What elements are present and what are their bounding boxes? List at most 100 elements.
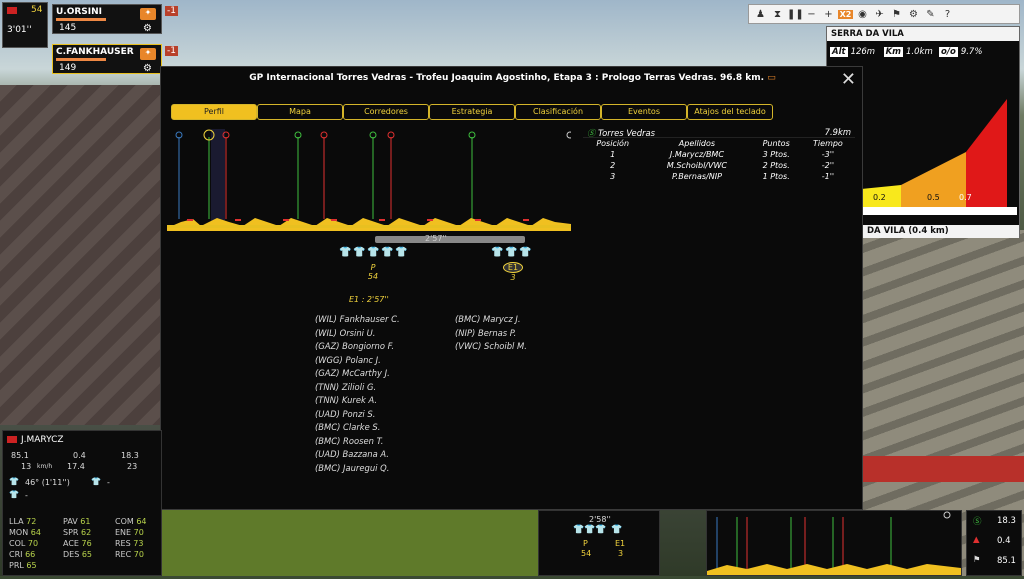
sprint-header: Ⓢ Torres Vedras 7.9km: [583, 127, 855, 138]
alt-value: 126m: [850, 47, 876, 57]
group-label: E1: [503, 262, 523, 273]
stat-value: -: [107, 478, 110, 487]
group-label: E1: [615, 539, 626, 548]
team-icon[interactable]: ⚑: [889, 9, 904, 20]
gap-time: 3'01'': [7, 25, 32, 35]
timer-icon[interactable]: ⧗: [770, 9, 785, 20]
list-item[interactable]: (VWC) Schoibl M.: [455, 340, 527, 354]
list-item[interactable]: (GAZ) Bongiorno F.: [315, 340, 400, 354]
group-gap-label: E1 : 2'57'': [349, 295, 389, 304]
sprint-icon: Ⓢ: [587, 128, 596, 138]
rider-info-panel: J.MARYCZ 85.1 0.4 18.3 13 km/h 17.4 23 👕…: [2, 430, 162, 576]
tab-mapa[interactable]: Mapa: [257, 104, 343, 120]
list-item[interactable]: (TNN) Kurek A.: [315, 394, 400, 408]
jersey-blue-icon: 👕: [339, 247, 352, 258]
jersey-white-icon: 👕: [353, 247, 366, 258]
close-icon[interactable]: ✕: [841, 69, 856, 90]
pause-icon[interactable]: ❚❚: [787, 9, 804, 20]
jersey-grey-icon: 👕: [505, 247, 518, 258]
gear-icon[interactable]: ⚙: [143, 23, 152, 34]
list-item[interactable]: (UAD) Ponzi S.: [315, 408, 400, 422]
sprint-distance: 7.9km: [824, 127, 851, 137]
energy-bar: [56, 58, 106, 61]
flag-icon: [7, 436, 17, 443]
eye-icon[interactable]: ◉: [855, 9, 870, 20]
list-item[interactable]: (UAD) Bazzana A.: [315, 448, 400, 462]
jersey-yellow-icon: 👕: [395, 247, 408, 258]
stat-value: 0.4: [997, 536, 1011, 546]
speed-button[interactable]: X2: [838, 9, 853, 19]
stat-value: -: [25, 491, 28, 500]
rooftop: [0, 85, 160, 425]
list-item[interactable]: (NIP) Bernas P.: [455, 327, 527, 341]
tab-bar: Perfil Mapa Corredores Estrategia Clasif…: [171, 104, 773, 120]
list-item[interactable]: (BMC) Jauregui Q.: [315, 462, 400, 476]
group-count: 54: [581, 549, 592, 558]
minus-icon[interactable]: −: [804, 9, 819, 20]
gear-icon[interactable]: ⚙: [143, 63, 152, 74]
energy-value: 149: [59, 63, 77, 73]
list-item[interactable]: (WGG) Polanc J.: [315, 354, 400, 368]
list-item[interactable]: (GAZ) McCarthy J.: [315, 367, 400, 381]
stat-value: 18.3: [121, 451, 139, 460]
flag-icon: [7, 7, 17, 14]
finish-flag-icon: ⚑: [973, 555, 981, 565]
rider-stats-col3: COM 64 ENE 70 RES 73 REC 70: [115, 517, 147, 559]
jersey-red-icon: 👕: [367, 247, 380, 258]
tab-clasificacion[interactable]: Clasificación: [515, 104, 601, 120]
jersey-grey-icon: 👕: [519, 247, 532, 258]
rider-name: U.ORSINI: [56, 7, 103, 17]
grass: [160, 505, 540, 576]
tab-atajos[interactable]: Atajos del teclado: [687, 104, 773, 120]
tab-eventos[interactable]: Eventos: [601, 104, 687, 120]
effort-icon[interactable]: ✦: [140, 8, 156, 20]
rider-name: J.MARYCZ: [21, 435, 64, 445]
sprint-name: Torres Vedras: [598, 128, 655, 138]
tick-label: 0.7: [959, 193, 972, 202]
tab-estrategia[interactable]: Estrategia: [429, 104, 515, 120]
race-info-modal: GP Internacional Torres Vedras - Trofeu …: [160, 66, 863, 510]
escape-list: (BMC) Marycz J. (NIP) Bernas P. (VWC) Sc…: [455, 313, 527, 354]
mini-profile-graphic: [707, 511, 961, 575]
rider-stats-col1: LLA 72 MON 64 COL 70 CRI 66 PRL 65: [9, 517, 41, 570]
rider-card-fankhauser[interactable]: C.FANKHAUSER 149 ✦ ⚙: [52, 44, 162, 74]
tab-perfil[interactable]: Perfil: [171, 104, 257, 120]
rider-icon[interactable]: ♟: [753, 9, 768, 20]
group-peloton[interactable]: P 54: [365, 263, 381, 281]
jersey-grey-icon: 👕: [611, 525, 623, 535]
energy-value: 145: [59, 23, 77, 33]
climb-icon: ▲: [973, 535, 980, 545]
list-item[interactable]: (TNN) Zilioli G.: [315, 381, 400, 395]
table-row: 2 M.Schoibl/VWC 2 Ptos. -2'': [610, 161, 835, 170]
modal-title: GP Internacional Torres Vedras - Trofeu …: [249, 73, 776, 83]
help-icon[interactable]: ?: [940, 9, 955, 20]
jersey-yellow-icon: 👕: [9, 477, 19, 486]
red-banner: [862, 456, 1024, 482]
rider-stats-col2: PAV 61 SPR 62 ACE 76 DES 65: [63, 517, 93, 559]
bike-icon[interactable]: ✈: [872, 9, 887, 20]
stat-value: 0.4: [73, 451, 86, 460]
jersey-group-icon: 👕👕👕: [573, 525, 607, 535]
stage-profile: [167, 127, 571, 231]
list-item[interactable]: (BMC) Clarke S.: [315, 421, 400, 435]
group-escape[interactable]: E1 3: [503, 262, 523, 282]
mini-stage-profile: [706, 510, 962, 576]
position-value: 54: [31, 5, 43, 15]
group-label: P: [370, 263, 376, 272]
list-item[interactable]: (BMC) Roosen T.: [315, 435, 400, 449]
sprint-icon: Ⓢ: [973, 517, 982, 527]
effort-icon[interactable]: ✦: [140, 48, 156, 60]
settings-icon[interactable]: ⚙: [906, 9, 921, 20]
climb-title: SERRA DA VILA: [827, 27, 1019, 41]
list-item[interactable]: (WIL) Fankhauser C.: [315, 313, 400, 327]
tab-corredores[interactable]: Corredores: [343, 104, 429, 120]
list-item[interactable]: (BMC) Marycz J.: [455, 313, 527, 327]
list-item[interactable]: (WIL) Orsini U.: [315, 327, 400, 341]
group-label: P: [583, 539, 588, 548]
plus-icon[interactable]: +: [821, 9, 836, 20]
rider-card-orsini[interactable]: U.ORSINI 145 ✦ ⚙: [52, 4, 162, 34]
camera-icon[interactable]: ✎: [923, 9, 938, 20]
stat-value: 85.1: [11, 451, 29, 460]
stat-value: 23: [127, 462, 138, 471]
mini-gap-panel: 2'58'' 👕👕👕 👕 P 54 E1 3: [538, 510, 660, 576]
